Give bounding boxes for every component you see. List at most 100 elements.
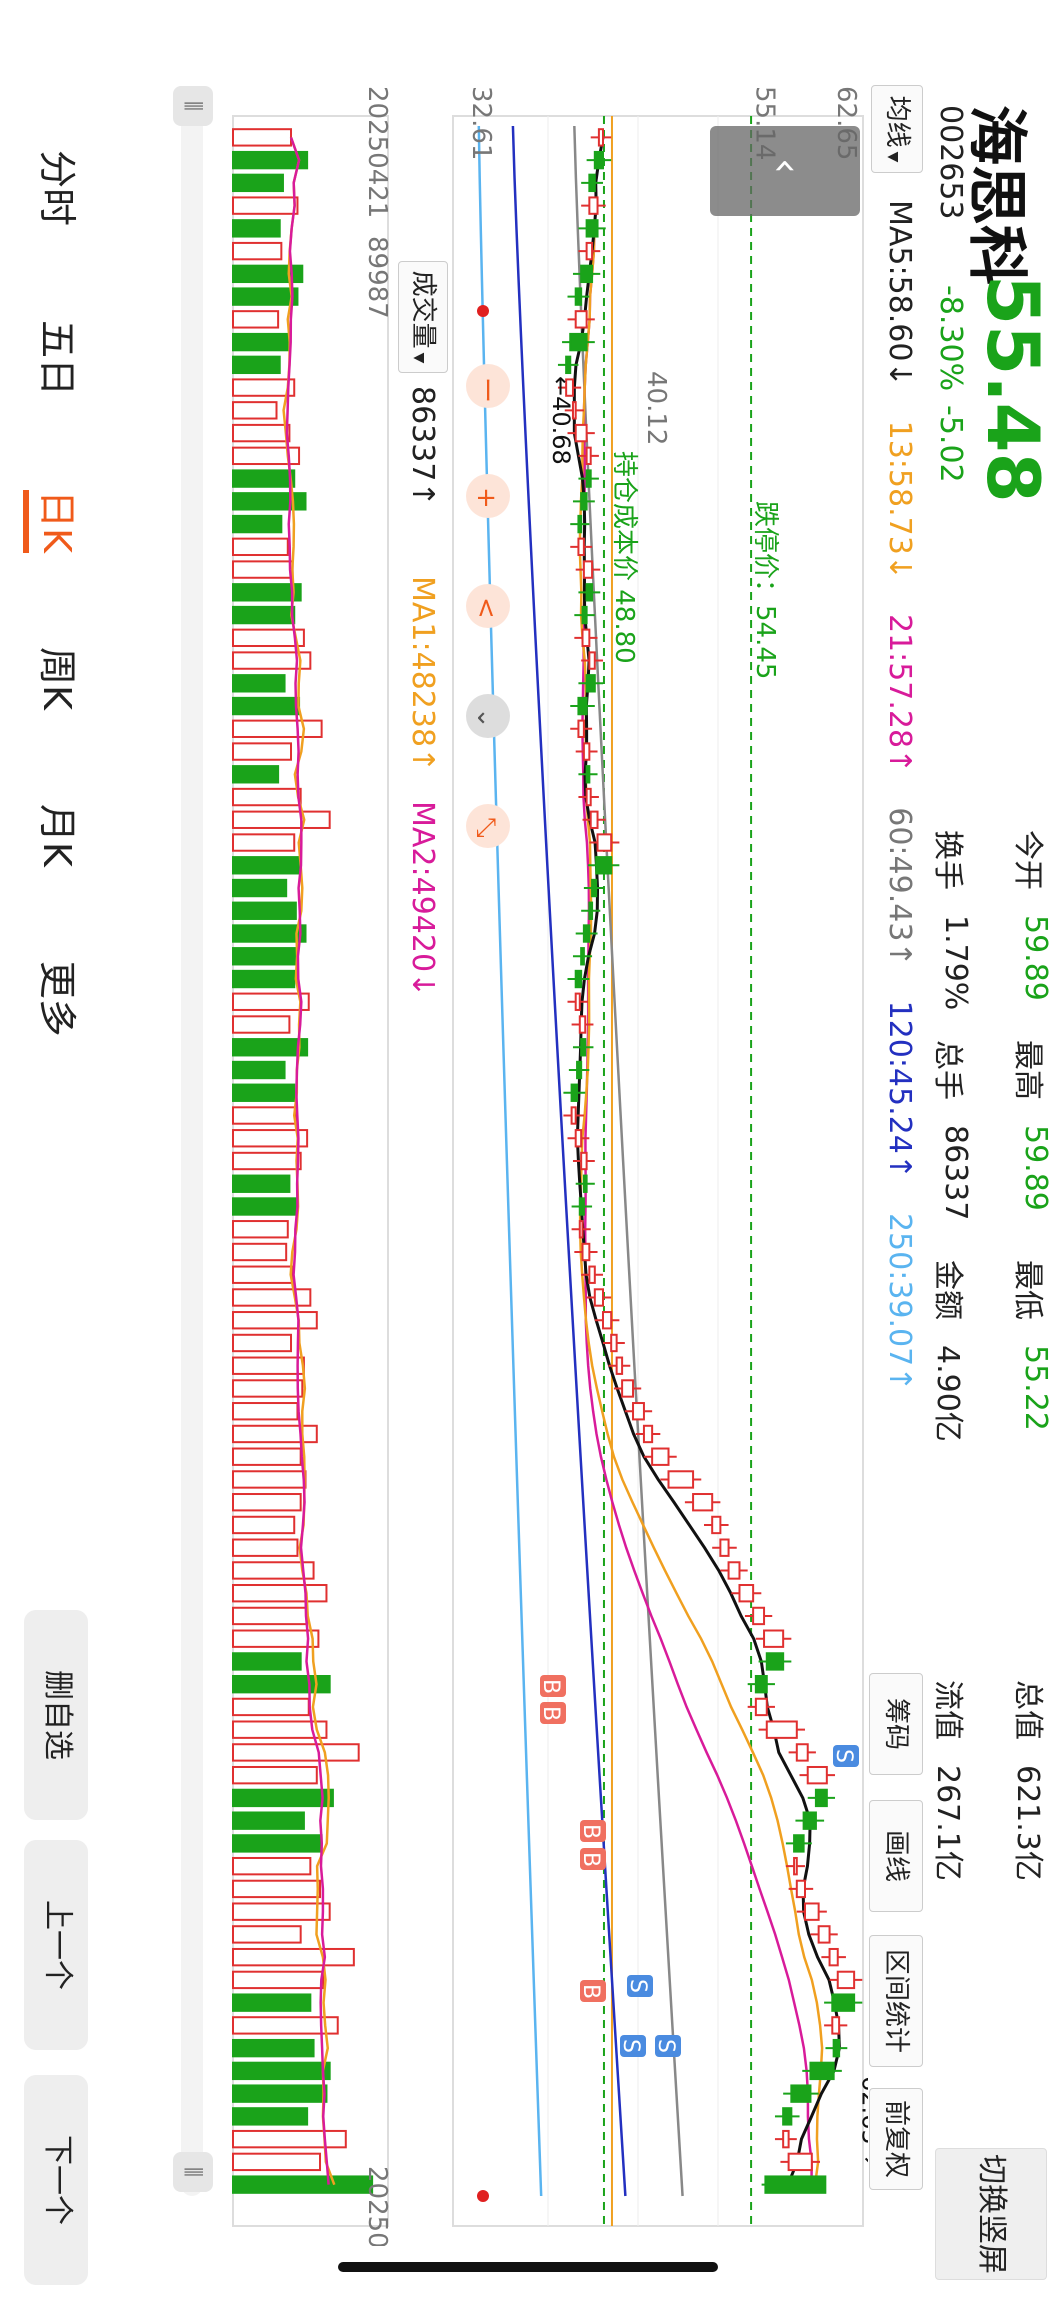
candlestick-chart[interactable]: 62.6555.1440.1232.61跌停价：54.45持仓成本价 48.80… <box>448 86 868 2246</box>
candle <box>738 1584 755 1603</box>
stat-label: 总值 <box>1010 1680 1045 1740</box>
candle <box>596 833 613 852</box>
volume-max-label: 89987 <box>362 236 392 319</box>
ma-values: MA5:58.60↓ 13:58.73↓ 21:57.28↑ 60:49.43↑ 120… <box>882 200 917 1425</box>
volume-bar-mark <box>232 1424 318 1444</box>
candle <box>585 674 596 693</box>
volume-bar-mark <box>232 1447 302 1466</box>
tool-button[interactable]: 筹码 <box>869 1673 923 1775</box>
tool-button[interactable]: 画线 <box>869 1800 923 1912</box>
side-button-0[interactable]: 删自选 <box>24 1610 88 1820</box>
stat-label: 今开 <box>1010 830 1045 890</box>
tab-1[interactable]: 五日 <box>33 320 88 396</box>
side-button-1[interactable]: 上一个 <box>24 1840 88 2050</box>
candle <box>577 537 585 557</box>
candle <box>588 196 599 215</box>
low-marker: ←40.68 <box>547 376 575 465</box>
candle <box>588 651 596 670</box>
candle <box>754 1674 768 1694</box>
volume-bar-mark <box>232 856 302 875</box>
signal-s-1-text: S <box>653 2039 678 2053</box>
candle <box>580 1151 588 1171</box>
y-min-label: 32.61 <box>466 86 496 160</box>
candle <box>576 1060 583 1080</box>
candle <box>581 628 591 648</box>
chart-scrollbar[interactable] <box>181 86 203 2196</box>
draw-tool-glyph: ⌄ <box>471 707 501 729</box>
candle <box>593 1288 604 1307</box>
volume-bar-mark <box>232 2129 347 2149</box>
candle <box>582 560 594 579</box>
volume-bar-mark <box>232 1629 320 1648</box>
volume-bar-mark <box>232 1765 318 1785</box>
volume-selector-label: 成交量 <box>408 270 438 349</box>
candle <box>570 1106 577 1125</box>
volume-bar-mark <box>232 1311 318 1330</box>
tab-3[interactable]: 周K <box>33 647 88 710</box>
ma-selector[interactable]: 均线 ▼ <box>871 85 923 173</box>
candle <box>581 605 588 625</box>
candle <box>765 1652 785 1671</box>
signal-b-1-text: B <box>538 1706 563 1721</box>
stat-value: 86337 <box>938 1125 973 1221</box>
candle <box>610 1333 618 1353</box>
ma-value: 21:57.28↑ <box>882 613 917 774</box>
candle <box>574 969 583 989</box>
candle <box>831 1993 856 2012</box>
ma-selector-label: 均线 <box>882 95 912 148</box>
volume-chart[interactable]: 89987 20250421 20250827 <box>223 86 393 2246</box>
signal-b-4-text: B <box>578 1984 603 1999</box>
tab-5[interactable]: 更多 <box>33 961 88 1037</box>
candle <box>580 264 594 284</box>
candle <box>719 1538 730 1557</box>
tool-button[interactable]: 前复权 <box>869 2088 923 2190</box>
candle <box>790 2084 812 2103</box>
volume-bar-mark <box>232 1879 322 1899</box>
candle <box>642 1424 654 1444</box>
candle <box>582 1174 588 1193</box>
candle <box>793 1834 805 1853</box>
volume-bar-mark <box>232 241 283 261</box>
signal-s-3-text: S <box>625 1979 650 1993</box>
candle <box>580 492 588 511</box>
ma-line-21 <box>581 137 813 2185</box>
home-indicator <box>338 2262 718 2272</box>
volume-bar-mark <box>232 1697 310 1717</box>
candle <box>727 1561 741 1580</box>
volume-bar-mark <box>232 1333 293 1353</box>
volume-bar-mark <box>232 719 323 738</box>
change-amount: -5.02 <box>933 405 968 483</box>
volume-bar-mark <box>232 1060 286 1080</box>
tab-4[interactable]: 月K <box>33 804 88 867</box>
candle <box>832 2038 841 2058</box>
chevron-left-icon: ‹ <box>763 158 809 174</box>
tab-0[interactable]: 分时 <box>33 150 88 226</box>
high-marker: 62.65→ <box>857 2076 868 2165</box>
candle <box>585 787 592 807</box>
stat-label: 流值 <box>930 1680 965 1740</box>
candle <box>581 1242 591 1262</box>
candle <box>828 1947 839 1967</box>
candle <box>787 2152 813 2172</box>
tab-2[interactable]: 日K <box>23 490 88 553</box>
candle <box>597 128 604 147</box>
switch-portrait-button[interactable]: 切换竖屏 <box>935 2148 1047 2280</box>
stat-value: 267.1亿 <box>930 1765 965 1881</box>
scroll-handle-left[interactable]: ⦀ <box>173 86 213 126</box>
volume-bar-mark <box>232 1788 334 1808</box>
volume-selector[interactable]: 成交量 ▼ <box>398 261 448 373</box>
volume-value: 86337↑ <box>405 386 440 507</box>
signal-b-2-text: B <box>578 1824 603 1839</box>
volume-bar-mark <box>231 833 296 852</box>
volume-bar-mark <box>232 1856 312 1876</box>
candle <box>782 2107 793 2126</box>
candle <box>574 1129 583 1148</box>
volume-bar-mark <box>231 969 296 989</box>
scroll-handle-right[interactable]: ⦀ <box>173 2152 213 2192</box>
volume-bar-mark <box>232 765 280 784</box>
candle <box>632 1402 645 1421</box>
side-button-2[interactable]: 下一个 <box>24 2075 88 2285</box>
ma-value: MA5:58.60↓ <box>882 200 917 387</box>
tool-button[interactable]: 区间统计 <box>869 1935 923 2067</box>
stat-label: 金额 <box>930 1260 965 1320</box>
